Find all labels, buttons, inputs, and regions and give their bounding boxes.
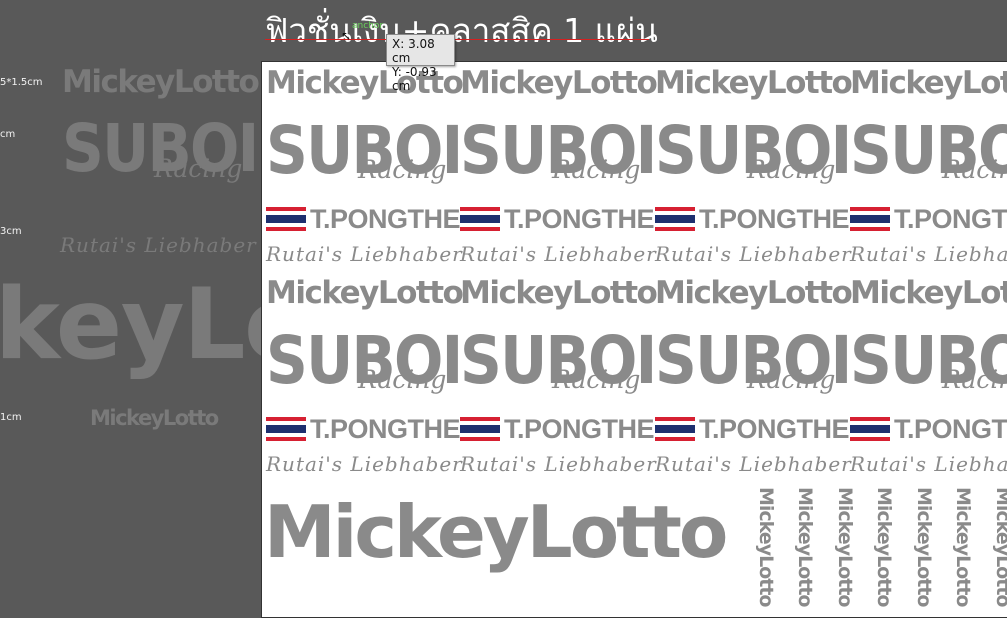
sticker-tpongthep[interactable]: T.PONGTHEP — [850, 204, 1007, 234]
tpongthep-text: T.PONGTHEP — [310, 204, 478, 234]
sticker-mickey[interactable]: MickeyLotto — [850, 65, 1007, 101]
thai-flag-icon — [266, 417, 306, 441]
thai-flag-icon — [460, 417, 500, 441]
dimension-label-4: 1cm — [0, 412, 22, 423]
tpongthep-text: T.PONGTHEP — [894, 204, 1007, 234]
dimension-label-1: 5*1.5cm — [0, 77, 43, 88]
sticker-mickey[interactable]: MickeyLotto — [655, 275, 853, 311]
racing-text: Racing — [552, 155, 641, 184]
tpongthep-text: T.PONGTHEP — [504, 204, 672, 234]
sticker-rutai[interactable]: Rutai's Liebhaber — [655, 242, 852, 266]
sticker-mickey[interactable]: MickeyLotto — [460, 275, 658, 311]
sticker-mickey-vertical[interactable]: MickeyLotto — [952, 487, 974, 606]
thai-flag-icon — [850, 207, 890, 231]
sticker-suboi-racing[interactable]: SUBOI Racing — [655, 118, 877, 185]
sticker-mickey-vertical[interactable]: MickeyLotto — [913, 487, 935, 606]
sticker-mickey-large[interactable]: MickeyLotto — [264, 482, 728, 582]
racing-text: Racing — [358, 365, 447, 394]
pointer-cursor-icon: ↖ — [341, 29, 352, 43]
anchor-label: anchor — [352, 21, 384, 31]
tpongthep-text: T.PONGTHEP — [310, 414, 478, 444]
sticker-suboi-racing[interactable]: SUBOI Racing — [655, 328, 877, 395]
dimension-label-3: 3cm — [0, 226, 22, 237]
tooltip-x: X: 3.08 cm — [392, 37, 435, 65]
sticker-rutai[interactable]: Rutai's Liebhaber — [850, 452, 1007, 476]
racing-text: Racing — [552, 365, 641, 394]
racing-text: Racing — [942, 365, 1007, 394]
sticker-rutai[interactable]: Rutai's Liebhaber — [266, 242, 463, 266]
thai-flag-icon — [460, 207, 500, 231]
sticker-suboi-racing[interactable]: SUBOI Racing — [266, 118, 488, 185]
thai-flag-icon — [655, 417, 695, 441]
racing-text: Racing — [942, 155, 1007, 184]
sticker-mickey-vertical[interactable]: MickeyLotto — [992, 487, 1007, 606]
sticker-tpongthep[interactable]: T.PONGTHEP — [266, 204, 478, 234]
tpongthep-text: T.PONGTHEP — [894, 414, 1007, 444]
sticker-suboi-racing[interactable]: SUBOI Racing — [850, 328, 1007, 395]
sticker-tpongthep[interactable]: T.PONGTHEP — [460, 204, 672, 234]
position-tooltip: X: 3.08 cm Y: -0.93 cm — [386, 34, 455, 93]
thai-flag-icon — [850, 417, 890, 441]
sticker-mickey-vertical[interactable]: MickeyLotto — [873, 487, 895, 606]
pasteboard-racing-text: Racing — [154, 154, 243, 183]
thai-flag-icon — [655, 207, 695, 231]
sticker-rutai[interactable]: Rutai's Liebhaber — [850, 242, 1007, 266]
sticker-suboi-racing[interactable]: SUBOI Racing — [266, 328, 488, 395]
sticker-mickey[interactable]: MickeyLotto — [655, 65, 853, 101]
racing-text: Racing — [747, 155, 836, 184]
artboard-canvas[interactable]: MickeyLotto MickeyLotto MickeyLotto Mick… — [261, 61, 1007, 618]
tooltip-y: Y: -0.93 cm — [392, 65, 437, 93]
artboard-title[interactable]: ฟิวชั่นเงิน+คลาสสิค 1 แผ่น — [265, 4, 658, 57]
sticker-mickey[interactable]: MickeyLotto — [266, 275, 464, 311]
pasteboard-small-mickey-logo[interactable]: MickeyLotto — [90, 406, 219, 430]
pasteboard-rutai-logo[interactable]: Rutai's Liebhaber — [60, 233, 257, 257]
tpongthep-text: T.PONGTHEP — [504, 414, 672, 444]
dimension-label-2: cm — [0, 129, 16, 140]
sticker-tpongthep[interactable]: T.PONGTHEP — [655, 204, 867, 234]
guide-line — [265, 39, 649, 40]
tpongthep-text: T.PONGTHEP — [699, 414, 867, 444]
sticker-tpongthep[interactable]: T.PONGTHEP — [460, 414, 672, 444]
sticker-rutai[interactable]: Rutai's Liebhaber — [460, 452, 657, 476]
sticker-suboi-racing[interactable]: SUBOI Racing — [460, 118, 682, 185]
sticker-rutai[interactable]: Rutai's Liebhaber — [266, 452, 463, 476]
sticker-suboi-racing[interactable]: SUBOI Racing — [850, 118, 1007, 185]
sticker-tpongthep[interactable]: T.PONGTHEP — [266, 414, 478, 444]
sticker-suboi-racing[interactable]: SUBOI Racing — [460, 328, 682, 395]
sticker-rutai[interactable]: Rutai's Liebhaber — [655, 452, 852, 476]
pasteboard-mickey-logo[interactable]: MickeyLotto — [62, 64, 260, 100]
racing-text: Racing — [358, 155, 447, 184]
sticker-mickey-vertical[interactable]: MickeyLotto — [834, 487, 856, 606]
racing-text: Racing — [747, 365, 836, 394]
tpongthep-text: T.PONGTHEP — [699, 204, 867, 234]
sticker-mickey[interactable]: MickeyLotto — [460, 65, 658, 101]
pasteboard-suboi-logo[interactable]: SUBOI Racing — [62, 116, 284, 184]
sticker-mickey-vertical[interactable]: MickeyLotto — [755, 487, 777, 606]
sticker-mickey-vertical[interactable]: MickeyLotto — [794, 487, 816, 606]
sticker-tpongthep[interactable]: T.PONGTHEP — [655, 414, 867, 444]
thai-flag-icon — [266, 207, 306, 231]
sticker-rutai[interactable]: Rutai's Liebhaber — [460, 242, 657, 266]
sticker-mickey[interactable]: MickeyLotto — [850, 275, 1007, 311]
sticker-tpongthep[interactable]: T.PONGTHEP — [850, 414, 1007, 444]
